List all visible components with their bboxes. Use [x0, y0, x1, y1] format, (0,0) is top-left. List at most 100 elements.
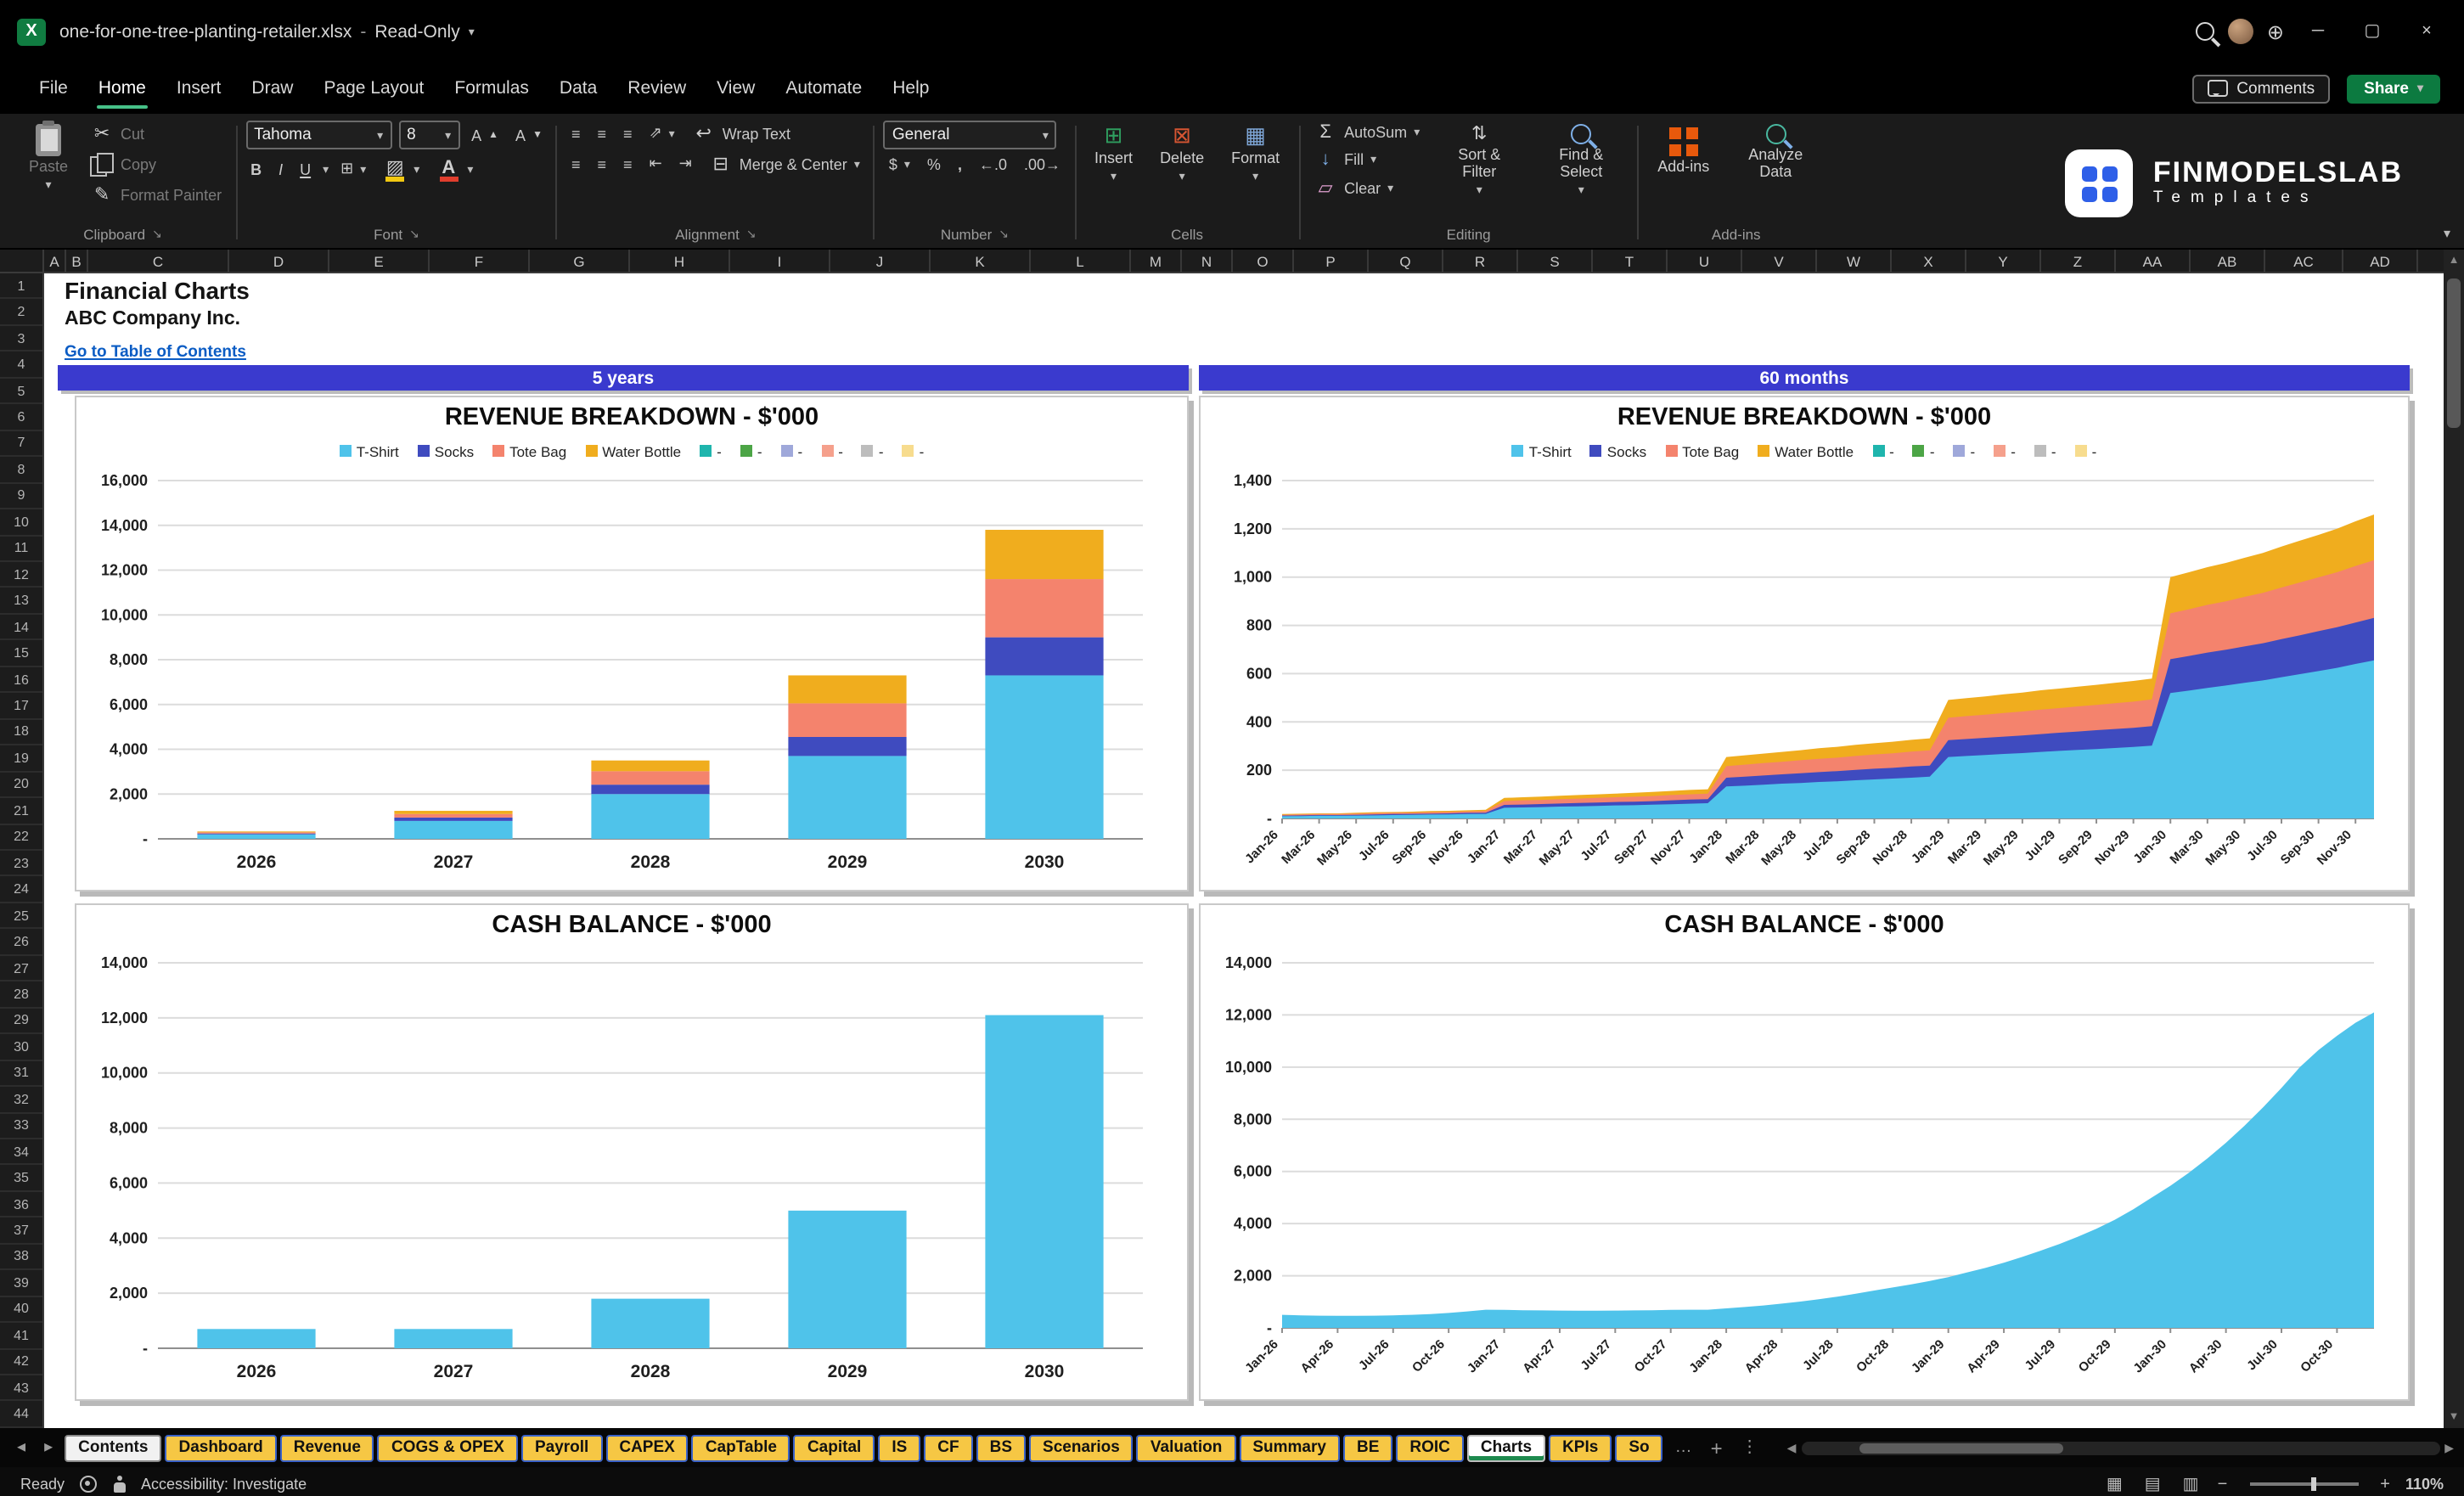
- row-header-20[interactable]: 20: [0, 772, 42, 799]
- scroll-left-icon[interactable]: ◀: [1787, 1441, 1797, 1454]
- sheet-tab-be[interactable]: BE: [1342, 1434, 1393, 1461]
- sheet-tab-roic[interactable]: ROIC: [1396, 1434, 1464, 1461]
- accessibility-status[interactable]: Accessibility: Investigate: [141, 1476, 307, 1493]
- select-all-corner[interactable]: [0, 250, 44, 273]
- decrease-decimal-button[interactable]: .00→: [1019, 155, 1066, 175]
- orientation-button[interactable]: ⇗ ▾: [644, 122, 680, 144]
- borders-button[interactable]: ⊞ ▾: [335, 158, 371, 180]
- align-center-icon[interactable]: ≡: [593, 154, 612, 174]
- col-header-O[interactable]: O: [1233, 250, 1294, 272]
- align-top-icon[interactable]: ≡: [566, 123, 586, 143]
- row-header-44[interactable]: 44: [0, 1402, 42, 1428]
- increase-decimal-button[interactable]: ←.0: [974, 155, 1012, 175]
- menu-home[interactable]: Home: [83, 63, 161, 114]
- col-header-F[interactable]: F: [430, 250, 530, 272]
- row-header-24[interactable]: 24: [0, 877, 42, 903]
- row-header-28[interactable]: 28: [0, 981, 42, 1009]
- zoom-slider[interactable]: [2249, 1477, 2359, 1491]
- col-header-I[interactable]: I: [730, 250, 830, 272]
- col-header-W[interactable]: W: [1817, 250, 1892, 272]
- minimize-button[interactable]: ─: [2298, 22, 2338, 41]
- col-header-S[interactable]: S: [1518, 250, 1593, 272]
- normal-view-icon[interactable]: ▦: [2103, 1475, 2126, 1493]
- col-header-U[interactable]: U: [1668, 250, 1742, 272]
- zoom-slider-thumb[interactable]: [2310, 1477, 2316, 1491]
- search-icon[interactable]: [2195, 22, 2214, 41]
- sheet-tab-so[interactable]: So: [1615, 1434, 1663, 1461]
- row-header-40[interactable]: 40: [0, 1296, 42, 1324]
- row-header-13[interactable]: 13: [0, 588, 42, 615]
- row-header-35[interactable]: 35: [0, 1166, 42, 1192]
- menu-insert[interactable]: Insert: [161, 63, 237, 114]
- zoom-out-button[interactable]: −: [2218, 1475, 2228, 1493]
- close-button[interactable]: ×: [2406, 22, 2447, 41]
- vertical-scroll-thumb[interactable]: [2447, 278, 2461, 428]
- bold-button[interactable]: B: [245, 159, 267, 179]
- col-header-C[interactable]: C: [88, 250, 229, 272]
- chart-cash-balance-60m[interactable]: CASH BALANCE - $'000 - 2,000 4,000 6,000 8,0…: [1199, 903, 2410, 1401]
- font-size-select[interactable]: 8 ▾: [398, 121, 460, 149]
- sheet-tab-captable[interactable]: CapTable: [691, 1434, 790, 1461]
- increase-indent-icon[interactable]: ⇥: [674, 153, 697, 175]
- row-header-21[interactable]: 21: [0, 798, 42, 825]
- sheet-cells[interactable]: Financial Charts ABC Company Inc. Go to …: [44, 273, 2444, 1428]
- chart-revenue-breakdown-60m[interactable]: REVENUE BREAKDOWN - $'000 T-Shirt Socks To…: [1199, 396, 2410, 891]
- tab-scroll-right-icon[interactable]: ▸: [37, 1438, 59, 1457]
- col-header-M[interactable]: M: [1131, 250, 1182, 272]
- menu-review[interactable]: Review: [612, 63, 701, 114]
- accounting-format-button[interactable]: $ ▾: [884, 155, 915, 175]
- col-header-AA[interactable]: AA: [2116, 250, 2191, 272]
- decrease-font-button[interactable]: A ▼: [510, 125, 548, 145]
- menu-automate[interactable]: Automate: [770, 63, 877, 114]
- row-header-39[interactable]: 39: [0, 1270, 42, 1297]
- menu-formulas[interactable]: Formulas: [439, 63, 544, 114]
- row-header-37[interactable]: 37: [0, 1218, 42, 1245]
- row-header-22[interactable]: 22: [0, 824, 42, 851]
- row-header-14[interactable]: 14: [0, 615, 42, 641]
- col-header-L[interactable]: L: [1031, 250, 1131, 272]
- col-header-T[interactable]: T: [1593, 250, 1668, 272]
- globe-icon[interactable]: ⊕: [2267, 20, 2284, 43]
- col-header-N[interactable]: N: [1182, 250, 1233, 272]
- row-header-27[interactable]: 27: [0, 956, 42, 982]
- row-header-18[interactable]: 18: [0, 719, 42, 746]
- row-header-4[interactable]: 4: [0, 352, 42, 379]
- sort-filter-button[interactable]: ⇅ Sort & Filter ▾: [1432, 121, 1527, 201]
- sheet-tab-valuation[interactable]: Valuation: [1136, 1434, 1236, 1461]
- row-header-10[interactable]: 10: [0, 509, 42, 537]
- col-header-D[interactable]: D: [229, 250, 329, 272]
- row-header-8[interactable]: 8: [0, 457, 42, 484]
- col-header-AD[interactable]: AD: [2343, 250, 2418, 272]
- row-header-9[interactable]: 9: [0, 483, 42, 510]
- copy-button[interactable]: Copy: [85, 149, 227, 178]
- menu-data[interactable]: Data: [544, 63, 612, 114]
- col-header-Y[interactable]: Y: [1966, 250, 2041, 272]
- col-header-R[interactable]: R: [1443, 250, 1518, 272]
- wrap-text-button[interactable]: ↩ Wrap Text: [687, 121, 796, 146]
- increase-font-button[interactable]: A ▲: [466, 125, 503, 145]
- row-header-7[interactable]: 7: [0, 430, 42, 458]
- col-header-P[interactable]: P: [1294, 250, 1369, 272]
- addins-button[interactable]: Add-ins: [1647, 121, 1719, 180]
- toc-link[interactable]: Go to Table of Contents: [65, 343, 246, 362]
- sheet-tab-is[interactable]: IS: [878, 1434, 921, 1461]
- menu-file[interactable]: File: [24, 63, 83, 114]
- row-header-17[interactable]: 17: [0, 694, 42, 720]
- col-header-E[interactable]: E: [329, 250, 430, 272]
- clear-button[interactable]: ▱ Clear ▾: [1308, 175, 1425, 200]
- row-header-1[interactable]: 1: [0, 273, 42, 300]
- profile-avatar[interactable]: [2227, 19, 2253, 44]
- format-painter-button[interactable]: ✎ Format Painter: [85, 182, 227, 207]
- col-header-K[interactable]: K: [931, 250, 1031, 272]
- format-cells-button[interactable]: ▦ Format ▾: [1221, 121, 1290, 188]
- sheet-tab-capex[interactable]: CAPEX: [605, 1434, 689, 1461]
- row-header-33[interactable]: 33: [0, 1113, 42, 1139]
- dialog-launcher-icon[interactable]: ↘: [999, 228, 1009, 241]
- row-header-34[interactable]: 34: [0, 1139, 42, 1166]
- row-header-23[interactable]: 23: [0, 851, 42, 877]
- sheet-tab-bs[interactable]: BS: [976, 1434, 1027, 1461]
- macro-record-icon[interactable]: [80, 1476, 98, 1493]
- col-header-AC[interactable]: AC: [2265, 250, 2343, 272]
- chevron-down-icon[interactable]: ▾: [323, 162, 329, 176]
- row-header-36[interactable]: 36: [0, 1192, 42, 1218]
